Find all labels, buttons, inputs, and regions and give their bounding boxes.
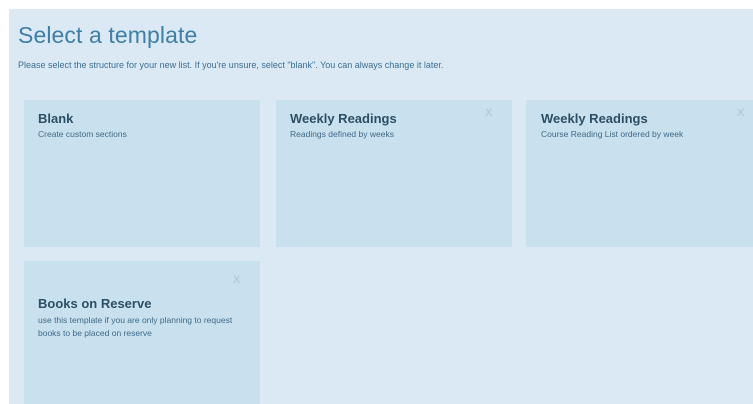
template-card-description: Course Reading List ordered by week <box>541 129 684 139</box>
remove-template-icon[interactable]: X <box>737 108 744 119</box>
template-card-books-on-reserve[interactable]: Books on Reserve use this template if yo… <box>24 261 260 404</box>
page-instructions: Please select the structure for your new… <box>18 60 444 70</box>
template-card-description: use this template if you are only planni… <box>38 315 233 338</box>
template-card-title: Weekly Readings <box>290 111 397 126</box>
template-card-blank[interactable]: Blank Create custom sections <box>24 100 260 247</box>
remove-template-icon[interactable]: X <box>485 108 492 119</box>
template-card-description: Create custom sections <box>38 129 127 139</box>
remove-template-icon[interactable]: X <box>233 275 240 286</box>
template-card-weekly-readings[interactable]: Weekly Readings Readings defined by week… <box>276 100 512 247</box>
page-title: Select a template <box>18 22 198 48</box>
template-selection-panel: Select a template Please select the stru… <box>9 9 753 404</box>
template-card-title: Weekly Readings <box>541 111 648 126</box>
template-card-description: Readings defined by weeks <box>290 129 394 139</box>
template-card-title: Books on Reserve <box>38 296 152 311</box>
template-card-title: Blank <box>38 111 74 126</box>
template-card-weekly-readings-course[interactable]: Weekly Readings Course Reading List orde… <box>526 100 753 247</box>
